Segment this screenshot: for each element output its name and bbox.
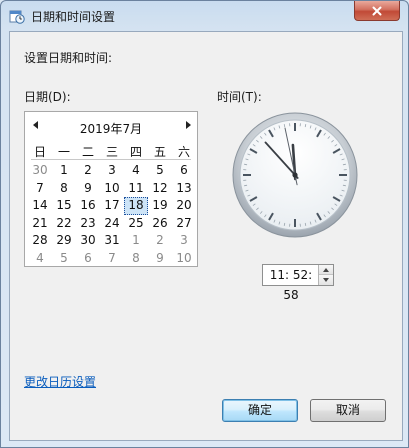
calendar-day[interactable]: 25 xyxy=(124,215,148,233)
calendar-day[interactable]: 4 xyxy=(28,250,52,268)
weekday-header: 三 xyxy=(105,145,118,159)
weekday-header: 四 xyxy=(129,145,142,159)
next-month-button[interactable] xyxy=(182,121,194,132)
calendar-month-title[interactable]: 2019年7月 xyxy=(25,120,197,137)
calendar-day[interactable]: 29 xyxy=(52,232,76,250)
clock-center-pin xyxy=(292,172,298,178)
calendar-day[interactable]: 7 xyxy=(28,180,52,198)
calendar-day[interactable]: 3 xyxy=(172,232,196,250)
time-input[interactable]: 11: 52: 58 xyxy=(263,265,319,302)
calendar-day[interactable]: 14 xyxy=(28,197,52,215)
calendar-day[interactable]: 1 xyxy=(124,232,148,250)
time-label: 时间(T): xyxy=(217,90,262,104)
time-increment-button[interactable] xyxy=(319,265,333,275)
calendar-day[interactable]: 4 xyxy=(124,162,148,180)
calendar-day[interactable]: 12 xyxy=(148,180,172,198)
calendar-day[interactable]: 15 xyxy=(52,197,76,215)
time-decrement-button[interactable] xyxy=(319,275,333,285)
chevron-right-icon xyxy=(186,121,191,129)
calendar-day[interactable]: 7 xyxy=(100,250,124,268)
chevron-up-icon xyxy=(323,267,329,272)
calendar-week-row: 14 15 16 17 18 19 20 xyxy=(28,197,196,215)
calendar-day[interactable]: 8 xyxy=(52,180,76,198)
calendar-day[interactable]: 26 xyxy=(148,215,172,233)
calendar-week-row: 30 1 2 3 4 5 6 xyxy=(28,162,196,180)
calendar-day[interactable]: 22 xyxy=(52,215,76,233)
calendar-day[interactable]: 9 xyxy=(76,180,100,198)
calendar-day[interactable]: 2 xyxy=(76,162,100,180)
weekday-header: 二 xyxy=(81,145,94,159)
calendar-week-row: 28 29 30 31 1 2 3 xyxy=(28,232,196,250)
window-title: 日期和时间设置 xyxy=(31,10,116,24)
calendar-week-row: 7 8 9 10 11 12 13 xyxy=(28,180,196,198)
calendar-week-row: 21 22 23 24 25 26 27 xyxy=(28,215,196,233)
ok-button[interactable]: 确定 xyxy=(222,399,298,422)
weekday-header: 日 xyxy=(33,145,46,159)
calendar-day[interactable]: 9 xyxy=(148,250,172,268)
analog-clock xyxy=(232,112,358,238)
calendar-day[interactable]: 28 xyxy=(28,232,52,250)
date-time-icon xyxy=(9,10,25,24)
weekday-header: 六 xyxy=(177,145,190,159)
calendar-day[interactable]: 2 xyxy=(148,232,172,250)
chevron-down-icon xyxy=(323,278,329,282)
calendar-day[interactable]: 10 xyxy=(172,250,196,268)
close-button[interactable] xyxy=(354,1,400,21)
calendar-day[interactable]: 30 xyxy=(28,162,52,180)
calendar-day[interactable]: 6 xyxy=(172,162,196,180)
change-calendar-settings-link[interactable]: 更改日历设置 xyxy=(24,373,96,390)
cancel-button[interactable]: 取消 xyxy=(310,399,386,422)
calendar-day[interactable]: 8 xyxy=(124,250,148,268)
close-icon xyxy=(372,6,382,15)
calendar-day-grid: 30 1 2 3 4 5 6 7 8 9 10 11 12 13 14 15 16 17 18 19 20 21 22 23 2… xyxy=(28,162,196,267)
time-spin-field[interactable]: 11: 52: 58 xyxy=(262,264,334,302)
calendar-day[interactable]: 17 xyxy=(100,197,124,215)
weekday-header: 五 xyxy=(153,145,166,159)
calendar-day[interactable]: 3 xyxy=(100,162,124,180)
calendar-day[interactable]: 31 xyxy=(100,232,124,250)
calendar-day[interactable]: 10 xyxy=(100,180,124,198)
calendar-day[interactable]: 13 xyxy=(172,180,196,198)
calendar-day[interactable]: 30 xyxy=(76,232,100,250)
calendar-day[interactable]: 1 xyxy=(52,162,76,180)
calendar-day[interactable]: 11 xyxy=(124,180,148,198)
calendar-day[interactable]: 24 xyxy=(100,215,124,233)
dialog-client-area: 设置日期和时间: 日期(D): 时间(T): 2019年7月 日一二三四五六 3… xyxy=(9,31,403,441)
calendar-day[interactable]: 6 xyxy=(76,250,100,268)
date-time-settings-window: 日期和时间设置 设置日期和时间: 日期(D): 时间(T): 2019年7月 日… xyxy=(0,0,409,448)
calendar-day[interactable]: 19 xyxy=(148,197,172,215)
calendar[interactable]: 2019年7月 日一二三四五六 30 1 2 3 4 5 6 7 8 9 10 11 12 13 14 15 1… xyxy=(24,111,198,267)
calendar-day-selected[interactable]: 18 xyxy=(124,197,148,215)
calendar-day[interactable]: 5 xyxy=(52,250,76,268)
calendar-day[interactable]: 27 xyxy=(172,215,196,233)
time-spin-buttons xyxy=(318,265,333,285)
calendar-week-row: 4 5 6 7 8 9 10 xyxy=(28,250,196,268)
calendar-weekday-header: 日一二三四五六 xyxy=(28,143,196,160)
weekday-header: 一 xyxy=(57,145,70,159)
calendar-day[interactable]: 16 xyxy=(76,197,100,215)
title-bar: 日期和时间设置 xyxy=(1,1,408,31)
heading-label: 设置日期和时间: xyxy=(24,51,113,65)
calendar-day[interactable]: 20 xyxy=(172,197,196,215)
calendar-day[interactable]: 21 xyxy=(28,215,52,233)
calendar-day[interactable]: 5 xyxy=(148,162,172,180)
calendar-divider xyxy=(31,159,191,160)
calendar-day[interactable]: 23 xyxy=(76,215,100,233)
date-label: 日期(D): xyxy=(24,90,71,104)
